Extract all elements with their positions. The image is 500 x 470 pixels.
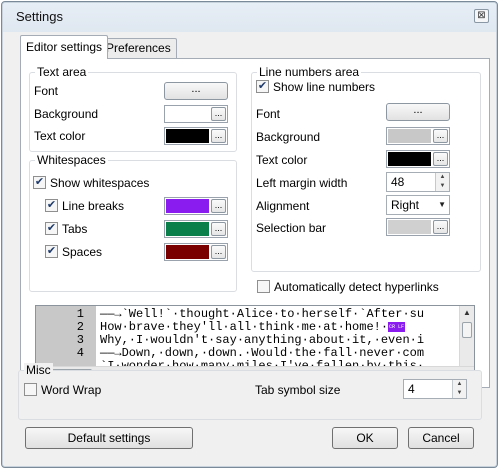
- crlf-marker-icon: CR LF: [388, 321, 406, 332]
- line-numbers-group: Line numbers area ✔ Show line numbers Fo…: [251, 65, 481, 272]
- text-color-browse[interactable]: ...: [211, 129, 226, 143]
- tabs-label: Tabs: [62, 222, 88, 236]
- show-line-numbers-checkbox[interactable]: ✔: [256, 80, 269, 93]
- left-margin-up-icon[interactable]: ▲: [436, 173, 449, 182]
- text-area-group: Text area Font ... Background ... Text c…: [29, 65, 237, 152]
- word-wrap-checkbox[interactable]: [24, 383, 37, 396]
- text-area-font-button[interactable]: ...: [164, 82, 228, 100]
- tab-preferences[interactable]: Preferences: [100, 38, 177, 58]
- text-area-background-color-picker[interactable]: ...: [164, 105, 228, 123]
- scroll-up-icon[interactable]: ▲: [463, 308, 471, 317]
- tab-symbol-down-icon[interactable]: ▼: [453, 389, 466, 398]
- whitespaces-legend: Whitespaces: [35, 153, 108, 167]
- close-button[interactable]: ⊠: [474, 9, 489, 23]
- spaces-label: Spaces: [62, 245, 103, 259]
- tab-symbol-size-value[interactable]: 4: [408, 382, 415, 396]
- tabs-checkbox[interactable]: ✔: [45, 222, 58, 235]
- line-breaks-label: Line breaks: [62, 199, 125, 213]
- code-line-text: How·brave·they'll·all·think·me·at·home!·: [100, 320, 389, 334]
- tab-symbol-up-icon[interactable]: ▲: [453, 380, 466, 389]
- ok-button[interactable]: OK: [332, 427, 398, 449]
- tab-symbol-size-spinner[interactable]: 4 ▲ ▼: [403, 379, 467, 399]
- text-area-font-label: Font: [34, 84, 59, 98]
- title-bar: Settings ⊠: [2, 2, 497, 30]
- line-numbers-legend: Line numbers area: [257, 65, 362, 79]
- line-breaks-color-picker[interactable]: ...: [164, 197, 228, 215]
- left-margin-arrows: ▲ ▼: [435, 173, 449, 191]
- line-numbers-background-browse[interactable]: ...: [433, 129, 448, 143]
- spaces-swatch: [166, 245, 209, 259]
- line-number-gutter: 1 2 3 4: [36, 306, 96, 368]
- text-area-background-swatch: [166, 107, 209, 121]
- left-margin-value[interactable]: 48: [391, 175, 404, 189]
- detect-hyperlinks-checkbox[interactable]: [257, 280, 270, 293]
- tabs-browse[interactable]: ...: [211, 222, 226, 236]
- line-breaks-browse[interactable]: ...: [211, 199, 226, 213]
- show-line-numbers-label: Show line numbers: [273, 80, 376, 94]
- line-numbers-font-label: Font: [256, 107, 281, 121]
- line-numbers-background-label: Background: [256, 130, 321, 144]
- spaces-browse[interactable]: ...: [211, 245, 226, 259]
- dialog-client: Editor settings Preferences Text area Fo…: [8, 32, 493, 462]
- line-numbers-text-color-label: Text color: [256, 153, 308, 167]
- line-numbers-text-color-swatch: [388, 152, 431, 166]
- alignment-value: Right: [391, 198, 420, 212]
- line-numbers-background-swatch: [388, 129, 431, 143]
- line-breaks-swatch: [166, 199, 209, 213]
- text-color-picker[interactable]: ...: [164, 127, 228, 145]
- left-margin-spinner[interactable]: 48 ▲ ▼: [386, 172, 450, 192]
- vertical-scroll-thumb[interactable]: [462, 322, 472, 338]
- tabs-color-picker[interactable]: ...: [164, 220, 228, 238]
- text-area-background-label: Background: [34, 107, 99, 121]
- window-title: Settings: [16, 9, 63, 24]
- spaces-checkbox[interactable]: ✔: [45, 245, 58, 258]
- chevron-down-icon[interactable]: ▼: [438, 200, 446, 209]
- tab-symbol-size-label: Tab symbol size: [255, 383, 341, 397]
- line-numbers-text-color-picker[interactable]: ...: [386, 150, 450, 168]
- tab-symbol-size-arrows: ▲ ▼: [452, 380, 466, 398]
- alignment-select[interactable]: Right ▼: [386, 195, 450, 215]
- selection-bar-browse[interactable]: ...: [433, 220, 448, 234]
- default-settings-button[interactable]: Default settings: [25, 427, 193, 449]
- show-whitespaces-label: Show whitespaces: [50, 176, 150, 190]
- vertical-scrollbar[interactable]: ▲: [459, 306, 474, 368]
- show-whitespaces-checkbox[interactable]: ✔: [33, 176, 46, 189]
- selection-bar-label: Selection bar: [256, 221, 327, 235]
- selection-bar-color-picker[interactable]: ...: [386, 218, 450, 236]
- word-wrap-label: Word Wrap: [41, 383, 102, 397]
- line-numbers-text-color-browse[interactable]: ...: [433, 152, 448, 166]
- tabs-swatch: [166, 222, 209, 236]
- line-numbers-font-button[interactable]: ...: [386, 103, 450, 121]
- spaces-color-picker[interactable]: ...: [164, 243, 228, 261]
- left-margin-label: Left margin width: [256, 176, 348, 190]
- editor-settings-panel: Text area Font ... Background ... Text c…: [20, 58, 490, 388]
- left-margin-down-icon[interactable]: ▼: [436, 182, 449, 191]
- alignment-label: Alignment: [256, 199, 310, 213]
- text-color-swatch: [166, 129, 209, 143]
- settings-window: Settings ⊠ Editor settings Preferences T…: [1, 1, 498, 468]
- line-number: 4: [76, 346, 84, 360]
- line-numbers-background-picker[interactable]: ...: [386, 127, 450, 145]
- detect-hyperlinks-label: Automatically detect hyperlinks: [274, 280, 439, 294]
- text-area-background-browse[interactable]: ...: [211, 107, 226, 121]
- misc-legend: Misc: [24, 363, 53, 377]
- tab-editor-settings[interactable]: Editor settings: [20, 35, 109, 59]
- cancel-button[interactable]: Cancel: [408, 427, 474, 449]
- selection-bar-swatch: [388, 220, 431, 234]
- text-area-legend: Text area: [35, 65, 89, 79]
- text-color-label: Text color: [34, 129, 86, 143]
- line-breaks-checkbox[interactable]: ✔: [45, 199, 58, 212]
- misc-group: Misc Word Wrap Tab symbol size 4 ▲ ▼: [18, 363, 482, 420]
- whitespaces-group: Whitespaces ✔ Show whitespaces ✔ Line br…: [29, 153, 237, 292]
